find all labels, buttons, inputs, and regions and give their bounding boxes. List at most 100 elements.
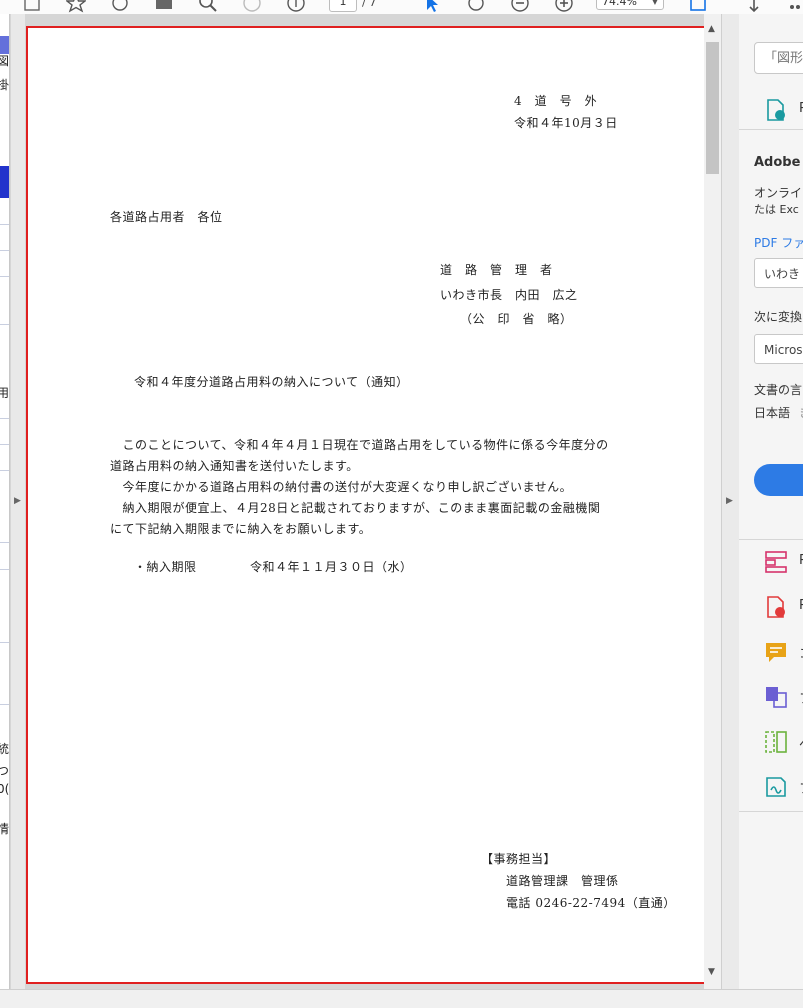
- background-text: 0(: [0, 782, 10, 796]
- right-panel-toggle[interactable]: ▶: [721, 14, 740, 989]
- export-pages-tool[interactable]: ペ: [764, 730, 803, 754]
- language-value: 日本語: [754, 406, 791, 420]
- divider: [0, 642, 9, 643]
- doc-number: 4 道 号 外: [514, 94, 598, 108]
- comment-icon: [766, 643, 786, 662]
- export-pages-icon: [765, 731, 787, 753]
- divider: [0, 569, 9, 570]
- hand-tool-icon[interactable]: [466, 0, 486, 13]
- tool-label: コ: [799, 643, 803, 662]
- body-line: 道路占用料の納入通知書を送付いたします。: [110, 459, 359, 473]
- body-line: このことについて、令和４年４月１日現在で道路占用をしている物件に係る今年度分の: [110, 438, 609, 452]
- zoom-out-icon[interactable]: [510, 0, 530, 13]
- zoom-select[interactable]: 74.4% ▼: [596, 0, 664, 10]
- export-pdf-tool[interactable]: P: [764, 98, 803, 122]
- convert-to-label: 次に変換: [754, 310, 803, 324]
- fit-page-icon[interactable]: [688, 0, 708, 13]
- chevron-right-icon: ▶: [726, 496, 733, 506]
- background-text: 用: [0, 384, 9, 401]
- tool-label: フ: [799, 688, 803, 707]
- scrollbar-thumb[interactable]: [706, 42, 719, 174]
- deadline-value: 令和４年１１月３０日（水）: [250, 560, 413, 574]
- divider: [0, 704, 9, 705]
- section-title: Adobe I: [754, 155, 803, 170]
- deadline-label: ・納入期限: [134, 560, 197, 574]
- fill-sign-tool[interactable]: フ: [764, 775, 803, 799]
- next-page-icon[interactable]: [286, 0, 306, 13]
- format-select[interactable]: Micros: [754, 334, 803, 364]
- tool-label: ペ: [799, 733, 803, 752]
- fill-sign-icon: [766, 777, 786, 797]
- body-line: 今年度にかかる道路占用料の納付書の送付が大変遅くなり申し訳ございません。: [110, 480, 573, 494]
- divider: [0, 224, 9, 225]
- organize-pages-tool[interactable]: P: [764, 550, 803, 574]
- divider: [739, 129, 803, 130]
- search-icon[interactable]: [198, 0, 218, 13]
- contact-heading: 【事務担当】: [481, 852, 557, 866]
- issuer-name: いわき市長 内田 広之: [440, 288, 578, 302]
- tool-label: P: [799, 101, 803, 116]
- upload-icon[interactable]: [110, 0, 130, 13]
- background-text: 掛: [0, 76, 9, 93]
- scroll-down-icon[interactable]: ▼: [708, 967, 715, 977]
- doc-date: 令和４年10月３日: [514, 116, 618, 130]
- print-icon[interactable]: [154, 0, 174, 13]
- combine-files-tool[interactable]: フ: [764, 685, 803, 709]
- export-pdf-icon: [767, 99, 785, 121]
- tool-label: P: [799, 553, 803, 568]
- more-tools-icon[interactable]: [788, 0, 803, 13]
- toolbar: 1 / 7 74.4% ▼: [0, 0, 803, 15]
- divider: [0, 470, 9, 471]
- left-panel-toggle[interactable]: ▶: [11, 14, 25, 989]
- combine-files-icon: [766, 687, 787, 708]
- divider: [739, 539, 803, 540]
- organize-pages-icon: [765, 551, 787, 573]
- comment-tool[interactable]: コ: [764, 640, 803, 664]
- divider: [0, 444, 9, 445]
- vertical-scrollbar[interactable]: ▲ ▼: [704, 14, 721, 989]
- tool-label: P: [799, 598, 803, 613]
- tools-pane: 「図形 P Adobe I オンライ たは Exc PDF ファ いわき 次に変…: [739, 14, 803, 989]
- divider: [0, 324, 9, 325]
- background-text: 図: [0, 52, 9, 69]
- select-cursor-icon[interactable]: [422, 0, 442, 13]
- create-pdf-icon: [767, 596, 785, 618]
- contact-phone: 電話 0246-22-7494（直通）: [506, 896, 676, 910]
- subject-line: 令和４年度分道路占用料の納入について（通知）: [134, 375, 409, 389]
- background-text: 情: [0, 820, 9, 837]
- body-line: 納入期限が便宜上、４月28日と記載されておりますが、このまま裏面記載の金融機関: [110, 501, 601, 515]
- page-number-input[interactable]: 1: [329, 0, 357, 12]
- language-label: 文書の言: [754, 383, 803, 397]
- prev-page-icon[interactable]: [242, 0, 262, 13]
- divider: [0, 418, 9, 419]
- background-text: 統: [0, 740, 9, 757]
- divider: [0, 542, 9, 543]
- create-pdf-tool[interactable]: P: [764, 595, 803, 619]
- chevron-down-icon: ▼: [651, 0, 658, 6]
- body-line: にて下記納入期限までに納入をお願いします。: [110, 522, 372, 536]
- status-bar: [0, 989, 803, 1008]
- contact-department: 道路管理課 管理係: [506, 874, 619, 888]
- scroll-mode-icon[interactable]: [744, 0, 764, 13]
- divider: [739, 811, 803, 812]
- background-text: つ: [0, 762, 9, 779]
- language-extra: き: [799, 404, 803, 421]
- divider: [0, 250, 9, 251]
- pdf-page: 4 道 号 外 令和４年10月３日 各道路占用者 各位 道 路 管 理 者 いわ…: [26, 26, 706, 984]
- issuer-title: 道 路 管 理 者: [440, 263, 553, 277]
- star-icon[interactable]: [66, 0, 86, 13]
- chevron-right-icon: ▶: [14, 496, 21, 506]
- document-viewport[interactable]: ▶ 4 道 号 外 令和４年10月３日 各道路占用者 各位 道 路 管 理 者 …: [10, 14, 721, 989]
- tool-label: フ: [799, 778, 803, 797]
- tools-search-input[interactable]: 「図形: [754, 42, 803, 74]
- page-total: / 7: [362, 0, 377, 9]
- save-icon[interactable]: [22, 0, 42, 13]
- zoom-in-icon[interactable]: [554, 0, 574, 13]
- description-line: オンライ: [754, 186, 803, 200]
- scroll-up-icon[interactable]: ▲: [708, 24, 715, 34]
- zoom-value: 74.4%: [602, 0, 637, 8]
- file-field[interactable]: いわき: [754, 258, 803, 288]
- convert-button[interactable]: [754, 464, 803, 496]
- divider: [0, 276, 9, 277]
- description-line: たは Exc: [754, 203, 799, 216]
